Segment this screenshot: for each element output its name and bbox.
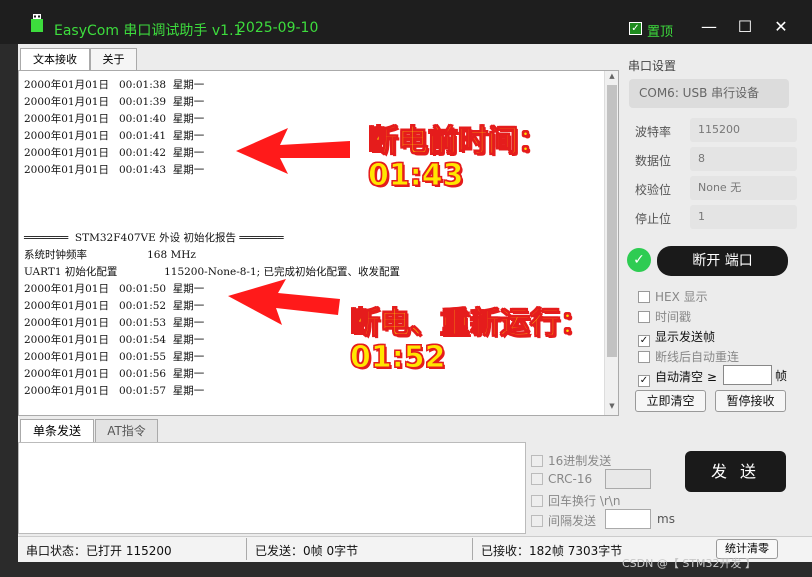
hex-send-option[interactable]: 16进制发送 — [531, 452, 611, 469]
log-line: 2000年01月01日 00:01:53 星期一 — [24, 317, 205, 329]
log-line: 2000年01月01日 00:01:38 星期一 — [24, 79, 205, 91]
option-label: 回车换行 \r\n — [548, 494, 621, 508]
log-scrollbar[interactable]: ▲ ▼ — [604, 71, 618, 415]
sent-count: 已发送：0帧 0字节 — [255, 544, 359, 558]
port-status: 串口状态：已打开 115200 — [26, 544, 172, 558]
scroll-up-icon[interactable]: ▲ — [605, 72, 619, 84]
interval-unit: ms — [657, 512, 675, 526]
parity-select[interactable]: None 无 — [690, 176, 797, 200]
hex-display-option[interactable]: HEX 显示 — [638, 288, 708, 305]
tab-about[interactable]: 关于 — [90, 48, 137, 70]
pause-receive-button[interactable]: 暂停接收 — [715, 390, 786, 412]
baud-label: 波特率 — [635, 125, 672, 139]
log-line: 2000年01月01日 00:01:56 星期一 — [24, 368, 205, 380]
tab-text-receive[interactable]: 文本接收 — [20, 48, 90, 70]
received-count: 已接收：182帧 7303字节 — [481, 544, 623, 558]
port-select[interactable]: COM6: USB 串行设备 — [629, 79, 789, 108]
option-label: 间隔发送 — [548, 514, 597, 528]
show-send-frame-option[interactable]: ✓ 显示发送帧 — [638, 328, 715, 347]
auto-clear-threshold-input[interactable] — [723, 365, 772, 385]
crc16-option[interactable]: CRC-16 — [531, 472, 592, 486]
option-label: 显示发送帧 — [655, 330, 716, 344]
log-line: 2000年01月01日 00:01:39 星期一 — [24, 96, 205, 108]
annotation-bottom-line2: 01:52 — [350, 340, 446, 376]
databits-select[interactable]: 8 — [690, 147, 797, 171]
parity-label: 校验位 — [635, 183, 672, 197]
disconnect-port-button[interactable]: 断开 端口 — [657, 246, 788, 276]
crc-select[interactable] — [605, 469, 651, 489]
option-label: 时间戳 — [655, 310, 692, 324]
connected-check-icon: ✓ — [627, 248, 651, 272]
option-label: HEX 显示 — [655, 290, 708, 304]
serial-settings-title: 串口设置 — [628, 59, 677, 73]
auto-clear-option[interactable]: ✓ 自动清空 ≥ — [638, 368, 717, 387]
tab-single-send[interactable]: 单条发送 — [20, 419, 94, 443]
checkbox-icon[interactable] — [531, 515, 543, 527]
log-line: 2000年01月01日 00:01:54 星期一 — [24, 334, 205, 346]
app-title: EasyCom 串口调试助手 v1.1 — [54, 23, 243, 39]
option-label: CRC-16 — [548, 472, 593, 486]
log-line: 2000年01月01日 00:01:52 星期一 — [24, 300, 205, 312]
log-line: UART1 初始化配置 115200-None-8-1; 已完成初始化配置、收发… — [24, 266, 401, 278]
annotation-arrow-top — [236, 128, 350, 174]
app-usb-icon — [31, 14, 43, 32]
annotation-top-line2: 01:43 — [368, 158, 464, 194]
scroll-thumb[interactable] — [607, 85, 617, 357]
annotation-arrow-bottom — [228, 279, 340, 325]
clear-now-button[interactable]: 立即清空 — [635, 390, 706, 412]
status-divider — [246, 538, 247, 560]
checkbox-icon[interactable] — [531, 495, 543, 507]
stopbits-label: 停止位 — [635, 212, 672, 226]
pin-label[interactable]: 置顶 — [647, 21, 673, 40]
checkbox-icon[interactable] — [531, 455, 543, 467]
scroll-down-icon[interactable]: ▼ — [605, 402, 619, 414]
log-line: 2000年01月01日 00:01:50 星期一 — [24, 283, 205, 295]
log-line: 2000年01月01日 00:01:55 星期一 — [24, 351, 205, 363]
interval-send-option[interactable]: 间隔发送 — [531, 512, 596, 529]
checkbox-icon[interactable] — [638, 311, 650, 323]
log-line: 2000年01月01日 00:01:41 星期一 — [24, 130, 205, 142]
pin-checkbox[interactable]: ✓ — [629, 22, 642, 35]
option-label: 自动清空 ≥ — [655, 370, 717, 384]
close-button[interactable]: ✕ — [771, 17, 791, 36]
checkbox-checked-icon[interactable]: ✓ — [638, 335, 650, 347]
status-divider — [472, 538, 473, 560]
window-left-border — [0, 44, 18, 577]
log-line: 2000年01月01日 00:01:57 星期一 — [24, 385, 205, 397]
log-line: 2000年01月01日 00:01:43 星期一 — [24, 164, 205, 176]
title-date: 2025-09-10 — [237, 20, 319, 36]
minimize-button[interactable]: — — [699, 17, 719, 36]
option-label: 断线后自动重连 — [655, 350, 740, 364]
baud-select[interactable]: 115200 — [690, 118, 797, 142]
option-label: 16进制发送 — [548, 454, 612, 468]
log-line: 系统时钟频率 168 MHz — [24, 249, 196, 261]
log-line: ═══════ STM32F407VE 外设 初始化报告 ═══════ — [24, 232, 284, 244]
log-line: 2000年01月01日 00:01:40 星期一 — [24, 113, 205, 125]
maximize-button[interactable]: ☐ — [735, 17, 755, 36]
annotation-top-line1: 断电前时间： — [368, 124, 549, 160]
timestamp-option[interactable]: 时间戳 — [638, 308, 691, 325]
csdn-watermark: CSDN @【 STM32开发 】 — [622, 557, 757, 570]
interval-input[interactable] — [605, 509, 651, 529]
stopbits-select[interactable]: 1 — [690, 205, 797, 229]
checkbox-icon[interactable] — [638, 291, 650, 303]
checkbox-icon[interactable] — [531, 473, 543, 485]
crlf-option[interactable]: 回车换行 \r\n — [531, 492, 620, 509]
auto-clear-unit: 帧 — [775, 369, 788, 383]
databits-label: 数据位 — [635, 154, 672, 168]
send-button[interactable]: 发 送 — [685, 451, 786, 492]
checkbox-checked-icon[interactable]: ✓ — [638, 375, 650, 387]
tab-at-command[interactable]: AT指令 — [95, 419, 158, 443]
send-text-input[interactable] — [18, 442, 526, 534]
log-line: 2000年01月01日 00:01:42 星期一 — [24, 147, 205, 159]
auto-reconnect-option[interactable]: 断线后自动重连 — [638, 348, 739, 365]
annotation-bottom-line1: 断电、重新运行： — [350, 306, 591, 342]
checkbox-icon[interactable] — [638, 351, 650, 363]
